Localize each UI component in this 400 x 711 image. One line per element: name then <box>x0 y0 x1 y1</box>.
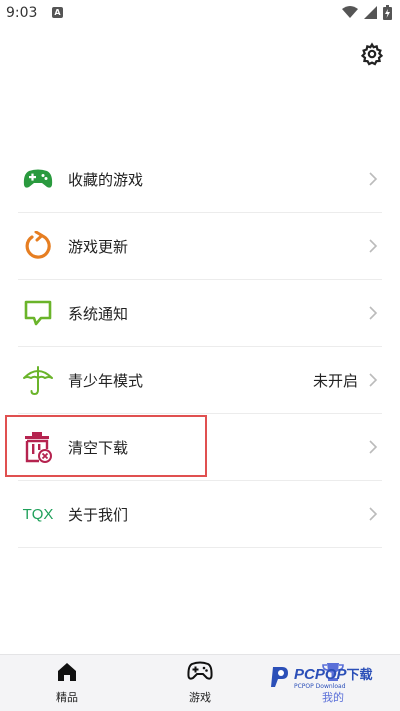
status-time: 9:03 <box>6 5 38 21</box>
watermark: PCPOP下载 PCPOP Download <box>270 664 373 690</box>
tqx-logo-icon: TQX <box>22 498 54 530</box>
chevron-right-icon <box>369 172 378 186</box>
tab-featured[interactable]: 精品 <box>27 661 107 705</box>
tqx-logo-text: TQX <box>22 505 54 523</box>
menu-label-about: 关于我们 <box>68 505 129 524</box>
gamepad-icon <box>187 661 213 680</box>
menu-item-favorites[interactable]: 收藏的游戏 <box>18 146 382 213</box>
notification-badge: A <box>52 7 63 18</box>
tab-games[interactable]: 游戏 <box>160 661 240 705</box>
menu-label-favorites: 收藏的游戏 <box>68 170 144 189</box>
status-icons <box>342 5 392 20</box>
settings-button[interactable] <box>360 42 384 66</box>
gear-icon <box>360 42 384 66</box>
battery-icon <box>383 5 392 20</box>
menu-label-notifications: 系统通知 <box>68 304 129 323</box>
chevron-right-icon <box>369 306 378 320</box>
menu-label-updates: 游戏更新 <box>68 237 129 256</box>
tab-label-games: 游戏 <box>189 691 211 704</box>
menu-item-about[interactable]: TQX 关于我们 <box>18 481 382 548</box>
refresh-icon <box>22 230 54 262</box>
home-icon <box>58 663 76 681</box>
highlight-box <box>5 415 207 477</box>
umbrella-icon <box>22 364 54 396</box>
watermark-small: PCPOP Download <box>294 683 346 690</box>
menu-label-teen-mode: 青少年模式 <box>68 371 144 390</box>
gamepad-icon <box>22 163 54 195</box>
chevron-right-icon <box>369 507 378 521</box>
signal-icon <box>364 6 377 19</box>
watermark-suffix: 下载 <box>346 668 373 683</box>
settings-menu-list: 收藏的游戏 游戏更新 系统通知 青少年模式 未开启 清空下载 TQX 关于我们 <box>18 146 382 548</box>
message-icon <box>22 297 54 329</box>
chevron-right-icon <box>369 440 378 454</box>
menu-item-updates[interactable]: 游戏更新 <box>18 213 382 280</box>
watermark-brand: PCPOP <box>294 666 347 683</box>
teen-mode-status: 未开启 <box>312 371 358 390</box>
menu-item-teen-mode[interactable]: 青少年模式 未开启 <box>18 347 382 414</box>
wifi-icon <box>342 6 358 18</box>
menu-item-notifications[interactable]: 系统通知 <box>18 280 382 347</box>
tab-label-mine: 我的 <box>322 691 344 704</box>
chevron-right-icon <box>369 239 378 253</box>
status-bar: 9:03 A <box>0 0 400 28</box>
pcpop-logo-icon <box>271 667 288 687</box>
chevron-right-icon <box>369 373 378 387</box>
tab-label-featured: 精品 <box>56 691 78 704</box>
